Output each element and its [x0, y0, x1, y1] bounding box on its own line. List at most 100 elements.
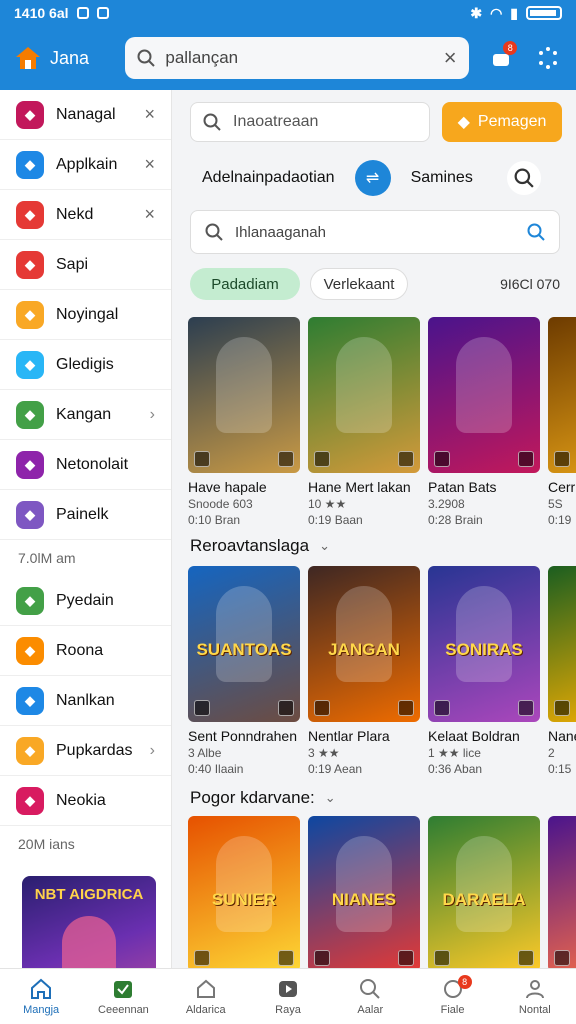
game-card[interactable]: SUNIER: [188, 816, 300, 968]
category-switch-button[interactable]: ⇌: [354, 160, 391, 196]
secondary-search-input[interactable]: Ihlanaaganah: [235, 224, 527, 241]
sidebar-item[interactable]: ◆ Painelk: [0, 490, 171, 540]
close-icon[interactable]: ×: [144, 104, 155, 125]
sidebar-item[interactable]: ◆ Neokia: [0, 776, 171, 826]
nav-item[interactable]: Aalar: [329, 969, 411, 1024]
app-icon: ◆: [16, 636, 44, 665]
sidebar-item-label: Neokia: [56, 791, 106, 809]
character-art: [216, 836, 272, 932]
sidebar-item[interactable]: ◆ Netonolait: [0, 440, 171, 490]
game-meta: 0:10 Bran: [188, 513, 241, 527]
game-title: Nane: [548, 728, 576, 744]
search-icon: [137, 49, 156, 67]
nav-item[interactable]: Raya: [247, 969, 329, 1024]
sidebar-item[interactable]: ◆ Gledigis: [0, 340, 171, 390]
sidebar-item-label: Applkain: [56, 155, 118, 173]
sidebar-item[interactable]: ◆ Noyingal: [0, 290, 171, 340]
bluetooth-icon: ✱: [470, 4, 483, 21]
game-card[interactable]: Patan Bats 3.2908 0:28 Brain: [428, 317, 540, 527]
chevron-right-icon[interactable]: ›: [150, 406, 155, 424]
controller-icon: [398, 451, 414, 467]
game-meta: 0:36 Aban: [428, 762, 483, 776]
game-card[interactable]: DARAELA: [428, 816, 540, 968]
sidebar-item[interactable]: ◆ Nanagal ×: [0, 90, 171, 140]
game-card[interactable]: JANGAN Nentlar Plara 3 ★★ 0:19 Aean: [308, 566, 420, 776]
game-card[interactable]: SUANTOAS Sent Ponndrahen 3 Albe 0:40 Ilaain: [188, 566, 300, 776]
app-icon: ◆: [16, 150, 44, 179]
nav-item[interactable]: Mangja: [0, 969, 82, 1024]
game-card[interactable]: Have hapale Snoode 603 0:10 Bran: [188, 317, 300, 527]
chevron-right-icon[interactable]: ›: [150, 742, 155, 760]
nav-label: Fiale: [440, 1004, 465, 1016]
app-icon: ◆: [16, 786, 44, 815]
sidebar-item[interactable]: ◆ Nekd ×: [0, 190, 171, 240]
game-card[interactable]: NIANES: [308, 816, 420, 968]
sidebar-item-label: Nanagal: [56, 105, 116, 123]
category-search-button[interactable]: [506, 161, 541, 195]
secondary-search-bar[interactable]: Ihlanaaganah: [190, 210, 560, 254]
chip-active[interactable]: Padadiam: [190, 268, 300, 300]
nav-item[interactable]: Nontal: [494, 969, 576, 1024]
sidebar-item-label: Nekd: [56, 205, 94, 223]
section-header[interactable]: Pogor kdarvane: ⌄: [190, 788, 336, 808]
nav-label: Nontal: [518, 1004, 551, 1016]
platform-icon: [554, 700, 570, 716]
sidebar-item-label: Noyingal: [56, 305, 119, 323]
game-card[interactable]: Cerr 5S 0:19: [548, 317, 576, 527]
close-icon[interactable]: ×: [144, 204, 155, 225]
sidebar-promo-banner[interactable]: NBT AIGDRICA: [22, 876, 156, 968]
nav-label: Raya: [275, 1004, 301, 1016]
game-card[interactable]: Nane 2 0:15: [548, 566, 576, 776]
search-submit-icon[interactable]: [527, 223, 545, 241]
result-count: 9I6Cl 070: [500, 276, 560, 292]
nav-item[interactable]: 8 Fiale: [411, 969, 493, 1024]
controller-icon: [398, 700, 414, 716]
notifications-button[interactable]: 8: [487, 41, 518, 73]
game-card[interactable]: [548, 816, 576, 968]
wifi-icon: ◠: [490, 4, 503, 21]
section-header[interactable]: Reroavtanslaga ⌄: [190, 536, 330, 556]
close-icon[interactable]: ×: [144, 154, 155, 175]
app-icon: ◆: [16, 200, 44, 229]
controller-icon: [278, 950, 294, 966]
platform-icon: [434, 451, 450, 467]
clear-search-icon[interactable]: ×: [444, 45, 457, 71]
app-notification-icon: [96, 7, 109, 19]
promo-button[interactable]: ◆ Pemagen: [442, 102, 562, 142]
game-row-2: SUANTOAS Sent Ponndrahen 3 Albe 0:40 Ilaain…: [188, 566, 576, 776]
sidebar-item[interactable]: ◆ Kangan ›: [0, 390, 171, 440]
game-card[interactable]: SONIRAS Kelaat Boldran 1 ★★ lice 0:36 Aban: [428, 566, 540, 776]
app-icon: ◆: [16, 300, 44, 329]
game-thumbnail: JANGAN: [308, 566, 420, 722]
category-left-label[interactable]: Adelnainpadaotian: [202, 169, 335, 187]
game-card[interactable]: Hane Mert lakan 10 ★★ 0:19 Baan: [308, 317, 420, 527]
main-search-bar[interactable]: Inaoatreaan: [190, 102, 430, 142]
section-title: Reroavtanslaga: [190, 536, 310, 555]
controller-icon: [518, 451, 534, 467]
sidebar-item[interactable]: ◆ Applkain ×: [0, 140, 171, 190]
header-search-bar[interactable]: pallançan ×: [125, 37, 469, 79]
sidebar-timestamp: 20M ians: [18, 836, 75, 852]
sidebar-item[interactable]: ◆ Sapi: [0, 240, 171, 290]
chevron-down-icon: ⌄: [324, 790, 336, 805]
sidebar-item[interactable]: ◆ Pyedain: [0, 576, 171, 626]
platform-icon: [314, 451, 330, 467]
sidebar-item[interactable]: ◆ Roona: [0, 626, 171, 676]
header-search-input[interactable]: pallançan: [165, 48, 443, 68]
nav-item[interactable]: Aldarica: [165, 969, 247, 1024]
chevron-down-icon: ⌄: [319, 538, 330, 553]
sidebar-item-label: Kangan: [56, 405, 112, 423]
promo-button-label: Pemagen: [477, 113, 547, 130]
sidebar-item[interactable]: ◆ Nanlkan: [0, 676, 171, 726]
game-meta: 0:19 Baan: [308, 513, 363, 527]
nav-item[interactable]: Ceeennan: [82, 969, 164, 1024]
menu-button[interactable]: [533, 43, 562, 73]
main-search-input[interactable]: Inaoatreaan: [233, 113, 318, 131]
chip[interactable]: Verlekaant: [310, 268, 408, 300]
nav-badge: 8: [457, 975, 472, 989]
sidebar-item[interactable]: ◆ Pupkardas ›: [0, 726, 171, 776]
category-right-label[interactable]: Samines: [411, 169, 473, 187]
banner-character: [62, 916, 116, 968]
battery-icon: [526, 6, 562, 20]
home-logo-icon[interactable]: [14, 45, 42, 71]
